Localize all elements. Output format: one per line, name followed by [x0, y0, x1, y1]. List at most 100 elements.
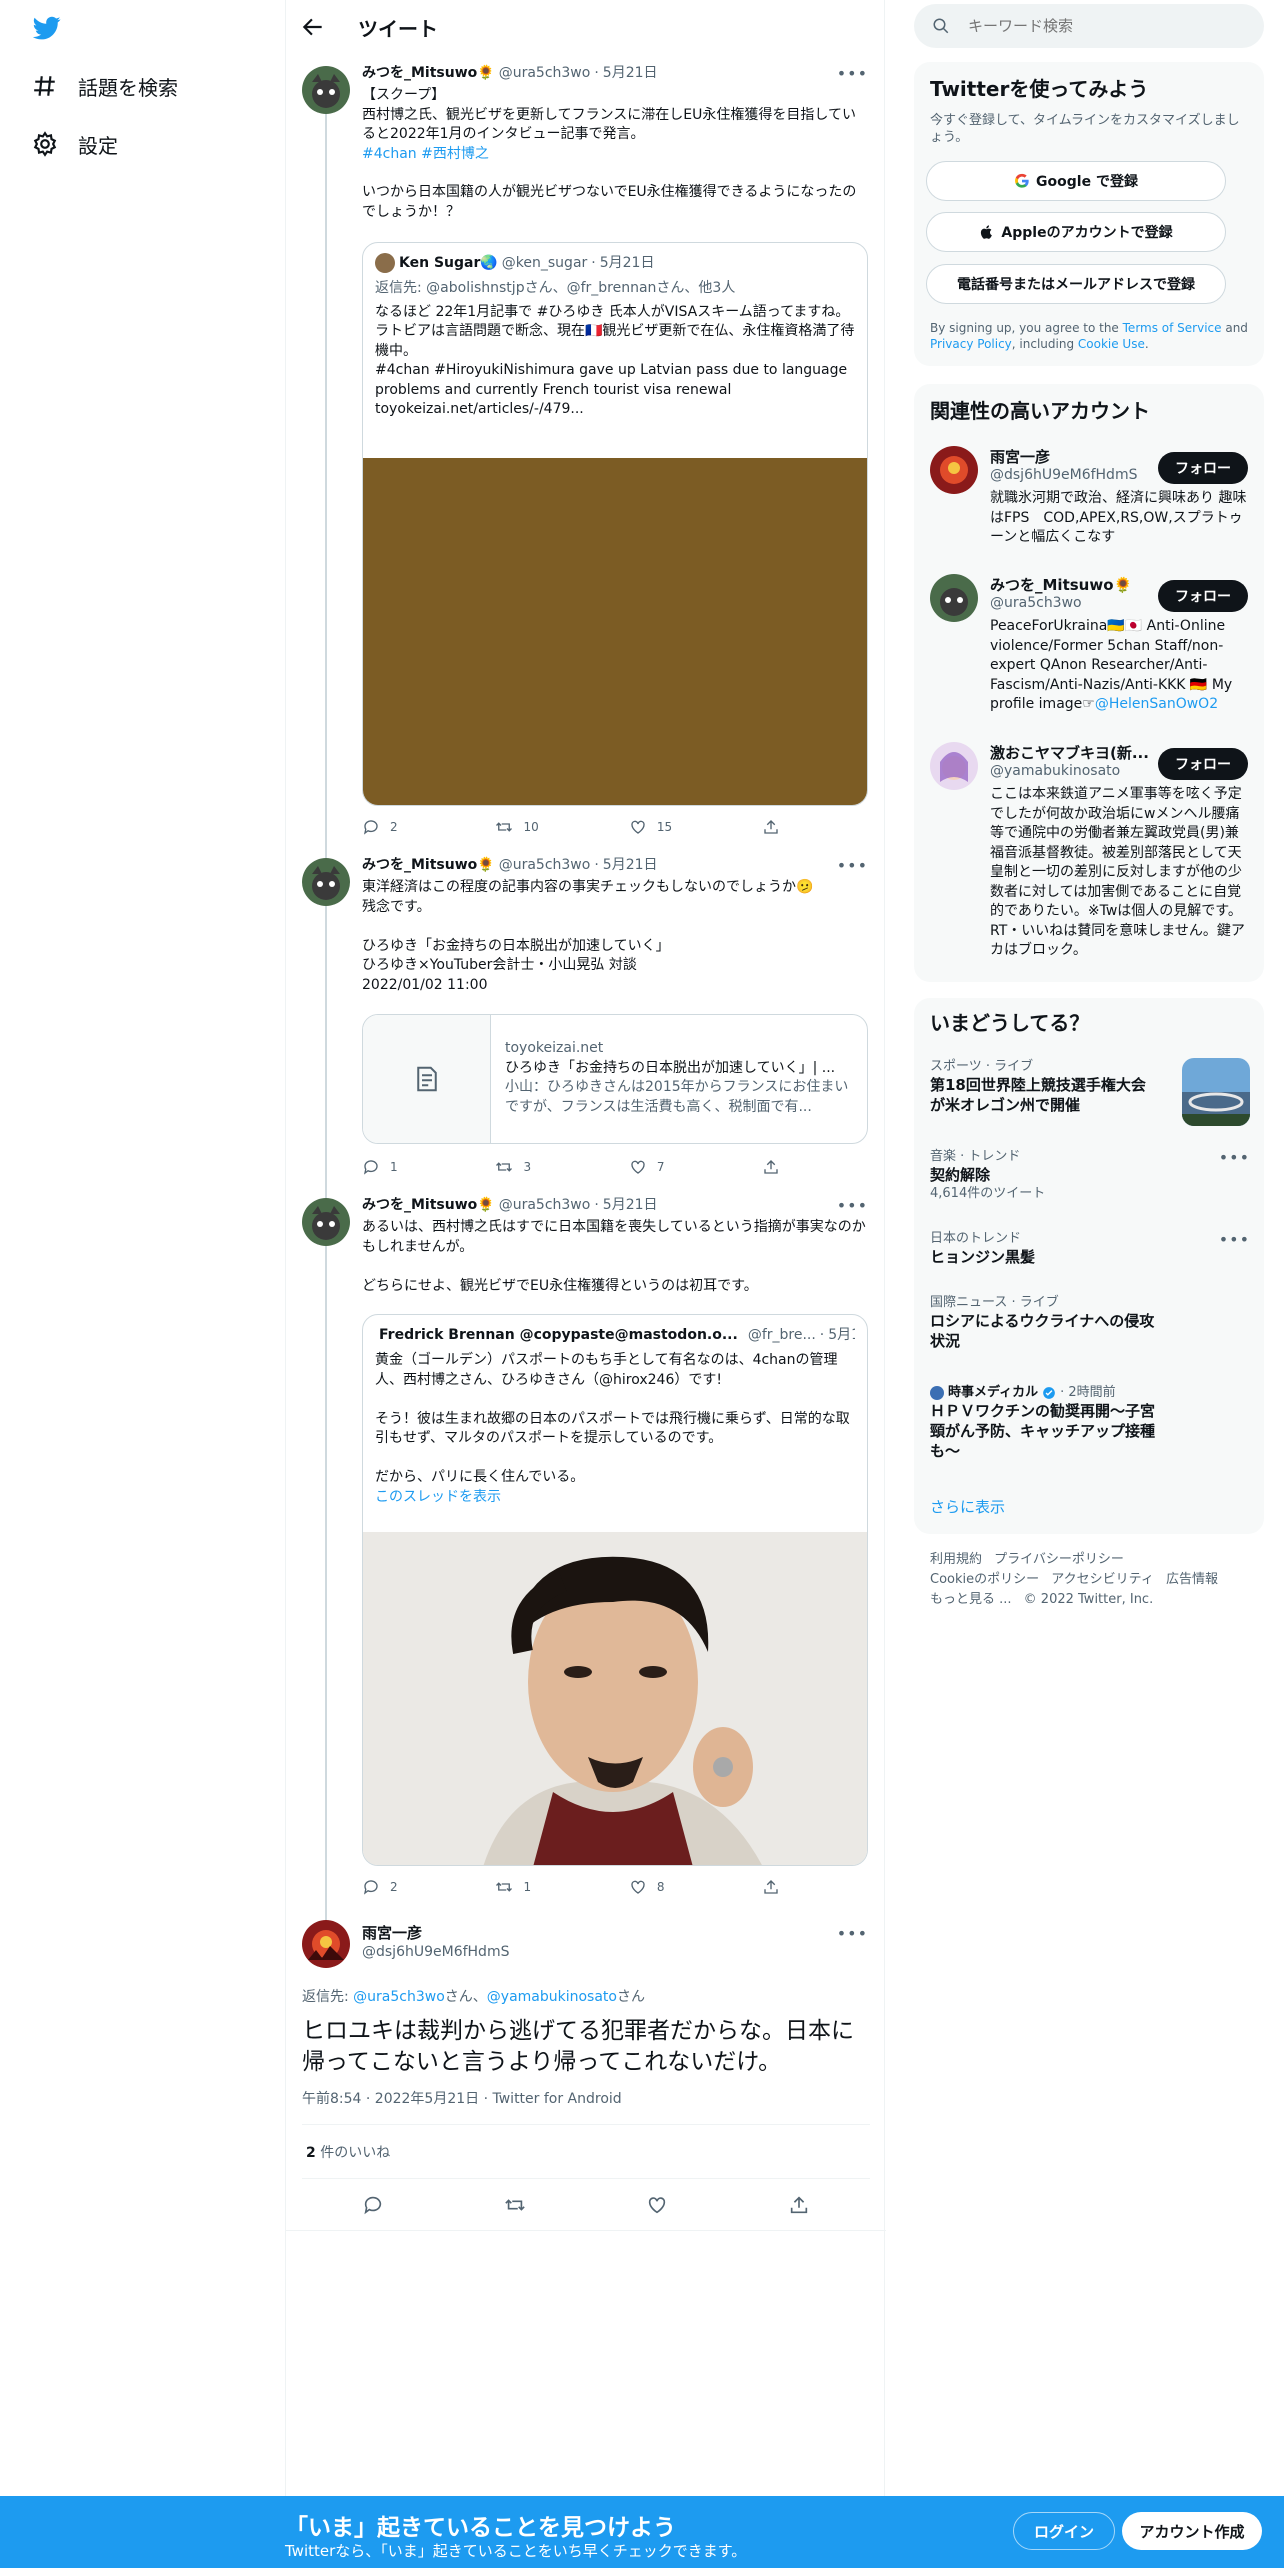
reply-to-user-1[interactable]: @ura5ch3wo — [353, 1989, 445, 2005]
user-handle[interactable]: @ura5ch3wo — [499, 1196, 591, 1214]
trend-item[interactable]: 時事メディカル · 2時間前 ＨＰＶワクチンの勧奨再開～子宮頸がん予防、キャッチ… — [930, 1384, 1250, 1461]
avatar[interactable] — [930, 446, 978, 494]
more-icon[interactable]: ••• — [837, 1924, 868, 1943]
more-icon[interactable]: ••• — [837, 856, 868, 875]
trend-item[interactable]: 国際ニュース · ライブ ロシアによるウクライナへの侵攻状況 — [930, 1294, 1250, 1351]
google-icon — [1015, 173, 1029, 188]
likes-summary[interactable]: 2 件のいいね — [306, 2142, 390, 2162]
tweet-hashtags[interactable]: #4chan #西村博之 — [362, 145, 868, 165]
trend-thumbnail — [1182, 1058, 1250, 1126]
quote-avatar — [375, 253, 395, 273]
more-icon[interactable]: ••• — [1219, 1230, 1250, 1249]
like-button[interactable]: 7 — [629, 1158, 762, 1176]
retweet-button[interactable]: 10 — [495, 818, 628, 836]
user-name[interactable]: みつを_Mitsuwo🌻 — [362, 856, 495, 874]
follow-button[interactable]: フォロー — [1158, 580, 1248, 612]
trend-item[interactable]: 音楽 · トレンド 契約解除 4,614件のツイート ••• — [930, 1148, 1250, 1202]
quote-media-image[interactable] — [363, 458, 867, 805]
follow-button[interactable]: フォロー — [1158, 748, 1248, 780]
share-button[interactable] — [762, 1878, 792, 1896]
more-icon[interactable]: ••• — [837, 1196, 868, 1215]
phone-email-signup-button[interactable]: 電話番号またはメールアドレスで登録 — [926, 264, 1226, 304]
share-icon[interactable] — [788, 2194, 810, 2216]
avatar[interactable] — [302, 1198, 350, 1246]
quoted-tweet[interactable]: Ken Sugar🌏 @ken_sugar · 5月21日 返信先: @abol… — [362, 242, 868, 806]
link-card[interactable]: toyokeizai.net ひろゆき「お金持ちの日本脱出が加速していく」| .… — [362, 1014, 868, 1144]
share-button[interactable] — [762, 1158, 792, 1176]
reply-count: 2 — [390, 820, 398, 834]
avatar[interactable] — [302, 858, 350, 906]
retweet-count: 10 — [523, 820, 539, 834]
retweet-icon[interactable] — [504, 2194, 526, 2216]
user-handle[interactable]: @ura5ch3wo — [499, 856, 591, 874]
share-icon — [764, 1880, 779, 1894]
apple-signup-button[interactable]: Appleのアカウントで登録 — [926, 212, 1226, 252]
focused-tweet-meta[interactable]: 午前8:54 · 2022年5月21日 · Twitter for Androi… — [302, 2088, 622, 2108]
terms-link[interactable]: Terms of Service — [1123, 321, 1222, 335]
google-signup-button[interactable]: Google で登録 — [926, 161, 1226, 201]
like-button[interactable]: 15 — [629, 818, 762, 836]
reply-button[interactable]: 2 — [362, 1878, 495, 1896]
footer-link[interactable]: もっと見る ... — [930, 1592, 1012, 1607]
quoted-tweet[interactable]: Fredrick Brennan @copypaste@mastodon.o..… — [362, 1314, 868, 1866]
user-name[interactable]: みつを_Mitsuwo🌻 — [362, 1196, 495, 1214]
footer-link[interactable]: プライバシーポリシー — [994, 1552, 1124, 1567]
like-count: 8 — [656, 1880, 665, 1894]
footer-link[interactable]: Cookieのポリシー — [930, 1572, 1039, 1587]
show-more-link[interactable]: さらに表示 — [930, 1496, 1005, 1517]
reply-icon — [363, 1160, 378, 1175]
phone-email-signup-label: 電話番号またはメールアドレスで登録 — [957, 277, 1195, 293]
apple-signup-label: Appleのアカウントで登録 — [1001, 225, 1173, 241]
tweet-date[interactable]: 5月21日 — [603, 64, 658, 82]
quote-date: 5月21日 — [599, 255, 655, 271]
twitter-logo-icon[interactable] — [30, 14, 64, 42]
like-button[interactable]: 8 — [629, 1878, 762, 1896]
more-icon[interactable]: ••• — [1219, 1148, 1250, 1167]
user-handle[interactable]: @dsj6hU9eM6fHdmS — [362, 1943, 509, 1962]
back-arrow-icon[interactable] — [300, 14, 326, 40]
more-icon[interactable]: ••• — [837, 64, 868, 83]
cookie-link[interactable]: Cookie Use — [1078, 337, 1145, 351]
trend-item[interactable]: 日本のトレンド ヒョンジン黒髪 ••• — [930, 1230, 1250, 1267]
follow-button[interactable]: フォロー — [1158, 452, 1248, 484]
search-box[interactable] — [914, 4, 1264, 48]
reply-count: 1 — [390, 1160, 398, 1174]
retweet-button[interactable]: 3 — [495, 1158, 628, 1176]
nav-explore[interactable]: 話題を検索 — [32, 66, 178, 106]
reply-button[interactable]: 1 — [362, 1158, 495, 1176]
relevant-title: 関連性の高いアカウント — [930, 399, 1150, 423]
footer-link[interactable]: 広告情報 — [1166, 1572, 1218, 1587]
avatar[interactable] — [930, 742, 978, 790]
avatar[interactable] — [302, 1920, 350, 1968]
user-name[interactable]: みつを_Mitsuwo🌻 — [362, 64, 495, 82]
footer-link[interactable]: 利用規約 — [930, 1552, 982, 1567]
search-icon — [933, 18, 949, 34]
reply-icon[interactable] — [362, 2194, 384, 2216]
share-button[interactable] — [762, 818, 792, 836]
heart-icon[interactable] — [646, 2194, 668, 2216]
tweet-date[interactable]: 5月21日 — [603, 856, 658, 874]
signup-button[interactable]: アカウント作成 — [1122, 2512, 1262, 2550]
reply-button[interactable]: 2 — [362, 818, 495, 836]
nav-settings[interactable]: 設定 — [32, 124, 118, 164]
retweet-button[interactable]: 1 — [495, 1878, 628, 1896]
show-thread-link[interactable]: このスレッドを表示 — [375, 1488, 855, 1508]
privacy-link[interactable]: Privacy Policy — [930, 337, 1012, 351]
user-handle[interactable]: @ura5ch3wo — [499, 64, 591, 82]
tweet-date[interactable]: 5月21日 — [603, 1196, 658, 1214]
search-input[interactable] — [968, 17, 1228, 35]
tweet-1[interactable]: みつを_Mitsuwo🌻 @ura5ch3wo · 5月21日 ••• 【スクー… — [286, 62, 886, 854]
trend-title: ロシアによるウクライナへの侵攻状況 — [930, 1312, 1155, 1350]
footer-link[interactable]: アクセシビリティ — [1051, 1572, 1154, 1587]
tweet-2[interactable]: みつを_Mitsuwo🌻 @ura5ch3wo · 5月21日 ••• 東洋経済… — [286, 854, 886, 1194]
account-bio-link[interactable]: @HelenSanOwO2 — [1095, 696, 1218, 712]
user-name[interactable]: 雨宮一彦 — [362, 1924, 509, 1943]
avatar[interactable] — [302, 66, 350, 114]
tweet-3[interactable]: みつを_Mitsuwo🌻 @ura5ch3wo · 5月21日 ••• あるいは… — [286, 1194, 886, 1910]
avatar[interactable] — [930, 574, 978, 622]
reply-to-user-2[interactable]: @yamabukinosato — [487, 1989, 617, 2005]
quote-media-photo[interactable] — [363, 1532, 867, 1865]
trend-item[interactable]: スポーツ · ライブ 第18回世界陸上競技選手権大会が米オレゴン州で開催 — [930, 1058, 1250, 1126]
bottom-bar-subtitle: Twitterなら、「いま」起きていることをいち早くチェックできます。 — [285, 2542, 747, 2560]
login-button[interactable]: ログイン — [1013, 2512, 1115, 2550]
